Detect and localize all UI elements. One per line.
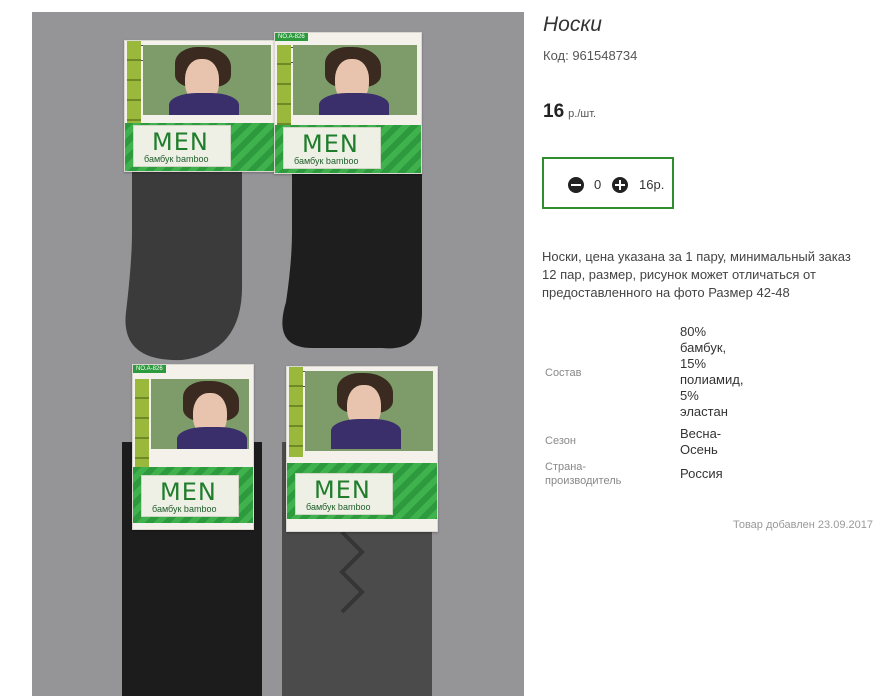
pack-brand: MEN: [160, 478, 217, 506]
property-key: Сезон: [545, 435, 576, 447]
pack-text: бамбук bamboo: [306, 502, 371, 512]
pack-label: MEN бамбук bamboo: [283, 127, 381, 169]
increase-quantity-button[interactable]: [612, 177, 628, 193]
pack-text: бамбук bamboo: [152, 504, 217, 514]
bamboo-icon: [289, 367, 303, 457]
price-unit: р./шт.: [568, 108, 597, 120]
decrease-quantity-button[interactable]: [568, 177, 584, 193]
property-key: Страна- производитель: [545, 461, 622, 487]
quantity-sum: 16р.: [639, 177, 665, 192]
sock-pack-label: NO.A-826 MEN бамбук bamboo: [132, 364, 254, 530]
pack-tag: NO.A-826: [275, 33, 308, 41]
sock-pack-label: MEN бамбук bamboo: [124, 40, 276, 172]
pack-tag: NO.A-826: [133, 365, 166, 373]
product-code: Код: 961548734: [543, 48, 638, 63]
property-key: Состав: [545, 367, 582, 379]
pack-label: MEN бамбук bamboo: [141, 475, 239, 517]
model-portrait: [151, 379, 249, 449]
price-value: 16: [543, 101, 565, 122]
model-portrait: [305, 371, 433, 451]
model-portrait: [293, 45, 417, 115]
pack-text: бамбук bamboo: [144, 154, 209, 164]
model-portrait: [143, 45, 271, 115]
quantity-stepper: 0 16р.: [542, 157, 674, 209]
property-value: 80% бамбук, 15% полиамид, 5% эластан: [680, 324, 744, 419]
product-photo[interactable]: MEN бамбук bamboo NO.A-826 MEN бамбук ba…: [32, 12, 524, 696]
sock-pack-label: NO.A-826 MEN бамбук bamboo: [274, 32, 422, 174]
sock-pack-label: MEN бамбук bamboo: [286, 366, 438, 532]
quantity-value[interactable]: 0: [594, 177, 601, 192]
minus-icon: [571, 184, 581, 186]
pack-label: MEN бамбук bamboo: [133, 125, 231, 167]
product-price: 16 р./шт.: [543, 101, 596, 123]
pack-brand: MEN: [152, 128, 209, 156]
pack-text: бамбук bamboo: [294, 156, 359, 166]
bamboo-icon: [135, 379, 149, 469]
product-description: Носки, цена указана за 1 пару, минимальн…: [542, 249, 851, 300]
pack-brand: MEN: [302, 130, 359, 158]
property-value: Весна- Осень: [680, 426, 722, 457]
pack-brand: MEN: [314, 476, 371, 504]
product-title: Носки: [543, 13, 602, 36]
bamboo-icon: [277, 45, 291, 135]
property-value: Россия: [680, 466, 723, 481]
pack-label: MEN бамбук bamboo: [295, 473, 393, 515]
added-date: Товар добавлен 23.09.2017: [732, 519, 873, 531]
bamboo-icon: [127, 41, 141, 131]
